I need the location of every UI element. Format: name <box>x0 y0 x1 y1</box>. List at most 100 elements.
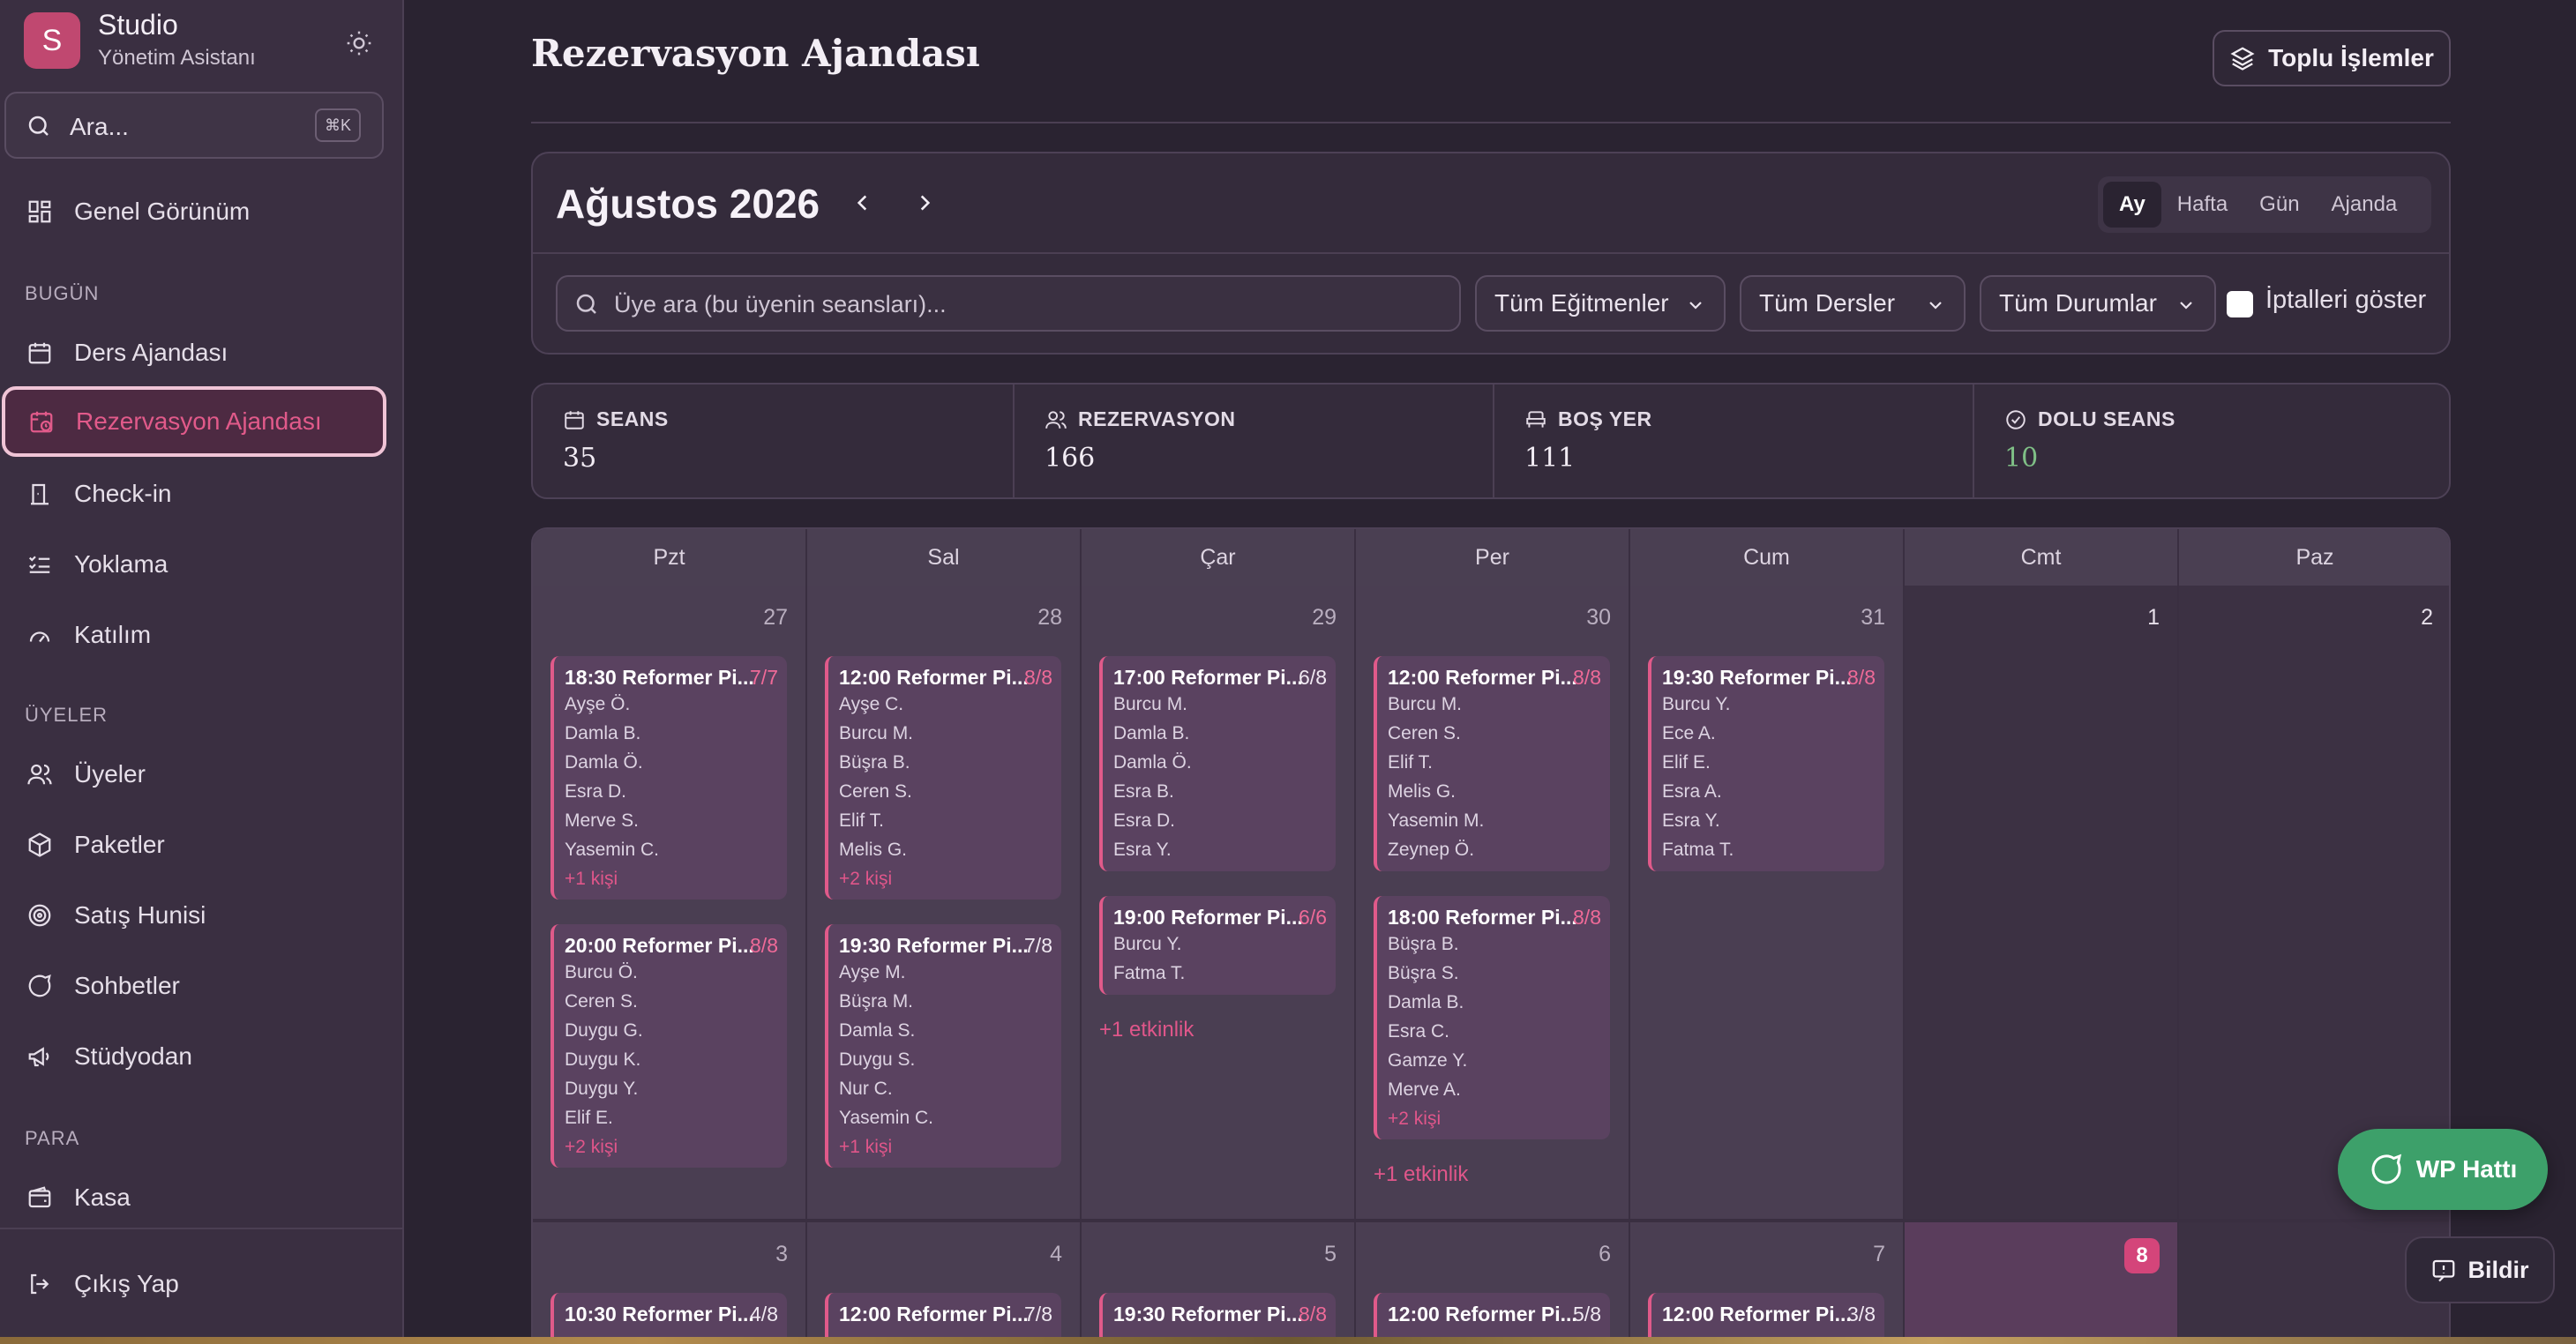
view-tab-month[interactable]: Ay <box>2103 182 2161 228</box>
whatsapp-line-button[interactable]: WP Hattı <box>2338 1129 2548 1210</box>
nav-rezervasyon-ajandasi[interactable]: Rezervasyon Ajandası <box>2 386 386 457</box>
brand[interactable]: S Studio Yönetim Asistanı <box>24 11 256 71</box>
attendee-name: Nur C. <box>839 1079 893 1099</box>
nav-yoklama[interactable]: Yoklama <box>0 529 388 600</box>
day-cell[interactable]: 5 19:30 Reformer Pi... 8/8 <box>1082 1222 1356 1344</box>
day-cell[interactable]: 7 12:00 Reformer Pi... 3/8 <box>1630 1222 1905 1344</box>
nav-checkin[interactable]: Check-in <box>0 459 388 529</box>
day-cell[interactable]: 2 <box>2179 586 2449 1222</box>
day-cell[interactable]: 28 12:00 Reformer Pi... 8/8 Ayşe C. Burcu… <box>807 586 1082 1222</box>
chevron-down-icon <box>1689 302 1702 310</box>
session-card[interactable]: 12:00 Reformer Pi... 8/8 Burcu M. Ceren S… <box>1374 656 1610 871</box>
prev-month-button[interactable] <box>845 185 880 220</box>
attendee-name: Duygu S. <box>839 1049 916 1070</box>
show-cancelled-checkbox[interactable] <box>2227 291 2253 317</box>
more-attendees[interactable]: +2 kişi <box>1388 1104 1610 1133</box>
global-search[interactable]: Ara... ⌘K <box>4 92 384 159</box>
session-card[interactable]: 12:00 Reformer Pi... 8/8 Ayşe C. Burcu M.… <box>825 656 1061 900</box>
view-tab-week[interactable]: Hafta <box>2161 182 2243 228</box>
calendar-toolbar: Ağustos 2026 Ay Hafta Gün Ajanda Üye ara… <box>531 152 2451 355</box>
brand-logo: S <box>24 12 80 69</box>
attendee-name: Burcu M. <box>1113 694 1188 714</box>
day-cell[interactable]: 3 10:30 Reformer Pi... 4/8 <box>533 1222 807 1344</box>
instructor-filter[interactable]: Tüm Eğitmenler <box>1475 275 1726 332</box>
attendee-name: Elif E. <box>565 1108 613 1128</box>
report-label: Bildir <box>2467 1256 2529 1283</box>
session-title: 19:00 Reformer Pi... <box>1113 906 1303 929</box>
show-cancelled-label[interactable]: İptalleri göster <box>2265 286 2426 315</box>
more-attendees[interactable]: +1 kişi <box>839 1132 1061 1161</box>
shortcut-badge: ⌘K <box>315 108 361 142</box>
weekday-header: Pzt <box>533 529 807 586</box>
day-cell[interactable]: 1 <box>1905 586 2179 1222</box>
attendee-name: Ceren S. <box>839 781 912 802</box>
session-card[interactable]: 19:30 Reformer Pi... 8/8 Burcu Y. Ece A. … <box>1648 656 1884 871</box>
target-icon <box>23 899 56 932</box>
stat-sessions: SEANS 35 <box>533 385 1013 497</box>
brand-subtitle: Yönetim Asistanı <box>98 46 256 70</box>
more-attendees[interactable]: +2 kişi <box>839 864 1061 893</box>
nav-satis-hunisi[interactable]: Satış Hunisi <box>0 880 388 951</box>
day-number: 7 <box>1873 1242 1885 1266</box>
nav-label: Üyeler <box>74 760 146 788</box>
session-card[interactable]: 17:00 Reformer Pi... 6/8 Burcu M. Damla B… <box>1099 656 1336 871</box>
nav-ders-ajandasi[interactable]: Ders Ajandası <box>0 317 388 388</box>
session-card[interactable]: 19:30 Reformer Pi... 7/8 Ayşe M. Büşra M.… <box>825 924 1061 1168</box>
wallet-icon <box>23 1181 56 1214</box>
more-attendees[interactable]: +1 kişi <box>565 864 787 893</box>
day-cell[interactable]: 4 12:00 Reformer Pi... 7/8 <box>807 1222 1082 1344</box>
theme-toggle-sun-icon[interactable] <box>339 23 379 63</box>
chevron-left-icon <box>857 195 867 211</box>
attendee-name: Ece A. <box>1662 723 1716 743</box>
member-search-input[interactable]: Üye ara (bu üyenin seansları)... <box>556 275 1461 332</box>
more-events-link[interactable]: +1 etkinlik <box>1099 1018 1194 1042</box>
report-message-icon <box>2433 1259 2455 1282</box>
attendee-name: Ayşe C. <box>839 694 904 714</box>
stats-bar: SEANS 35 REZERVASYON 166 BOŞ YER 111 DOL… <box>531 383 2451 499</box>
attendee-name: Damla S. <box>839 1020 916 1041</box>
nav-kasa[interactable]: Kasa <box>0 1162 388 1233</box>
bulk-actions-button[interactable]: Toplu İşlemler <box>2213 30 2451 86</box>
day-cell[interactable]: 27 18:30 Reformer Pi... 7/7 Ayşe Ö. Damla… <box>533 586 807 1222</box>
session-card[interactable]: 20:00 Reformer Pi... 8/8 Burcu Ö. Ceren S… <box>550 924 787 1168</box>
nav-uyeler[interactable]: Üyeler <box>0 739 388 810</box>
day-cell[interactable]: 31 19:30 Reformer Pi... 8/8 Burcu Y. Ece … <box>1630 586 1905 1222</box>
attendee-name: Burcu Ö. <box>565 962 638 982</box>
status-filter-value: Tüm Durumlar <box>1999 289 2157 317</box>
nav-logout[interactable]: Çıkış Yap <box>0 1249 388 1319</box>
more-attendees[interactable]: +2 kişi <box>565 1132 787 1161</box>
course-filter[interactable]: Tüm Dersler <box>1740 275 1966 332</box>
course-filter-value: Tüm Dersler <box>1759 289 1896 317</box>
session-card[interactable]: 18:00 Reformer Pi... 8/8 Büşra B. Büşra S… <box>1374 896 1610 1139</box>
session-card[interactable]: 18:30 Reformer Pi... 7/7 Ayşe Ö. Damla B.… <box>550 656 787 900</box>
day-cell-today[interactable]: 8 <box>1905 1222 2179 1344</box>
attendee-name: Fatma T. <box>1113 963 1186 983</box>
view-tab-day[interactable]: Gün <box>2243 182 2315 228</box>
nav-overview[interactable]: Genel Görünüm <box>0 176 388 247</box>
report-button[interactable]: Bildir <box>2405 1236 2555 1303</box>
more-events-link[interactable]: +1 etkinlik <box>1374 1162 1468 1187</box>
session-card[interactable]: 19:00 Reformer Pi... 6/6 Burcu Y. Fatma T… <box>1099 896 1336 995</box>
grid-icon <box>23 195 56 228</box>
layers-icon <box>2230 47 2255 71</box>
today-badge: 8 <box>2124 1238 2160 1273</box>
day-cell[interactable]: 30 12:00 Reformer Pi... 8/8 Burcu M. Cere… <box>1356 586 1630 1222</box>
day-cell[interactable]: 29 17:00 Reformer Pi... 6/8 Burcu M. Daml… <box>1082 586 1356 1222</box>
day-cell[interactable]: 6 12:00 Reformer Pi... 5/8 <box>1356 1222 1630 1344</box>
stat-free-seats: BOŞ YER 111 <box>1493 385 1973 497</box>
attendee-name: Esra D. <box>565 781 627 802</box>
nav-katilim[interactable]: Katılım <box>0 600 388 670</box>
status-filter[interactable]: Tüm Durumlar <box>1980 275 2216 332</box>
next-month-button[interactable] <box>907 185 942 220</box>
attendee-name: Fatma T. <box>1662 840 1734 860</box>
bulk-actions-label: Toplu İşlemler <box>2268 44 2434 71</box>
view-switcher: Ay Hafta Gün Ajanda <box>2098 176 2431 233</box>
instructor-filter-value: Tüm Eğitmenler <box>1494 289 1669 317</box>
view-tab-agenda[interactable]: Ajanda <box>2316 182 2414 228</box>
nav-studyodan[interactable]: Stüdyodan <box>0 1021 388 1092</box>
divider <box>533 252 2449 254</box>
weekday-header: Per <box>1356 529 1630 586</box>
nav-sohbetler[interactable]: Sohbetler <box>0 951 388 1021</box>
chevron-down-icon <box>1929 302 1942 310</box>
nav-paketler[interactable]: Paketler <box>0 810 388 880</box>
